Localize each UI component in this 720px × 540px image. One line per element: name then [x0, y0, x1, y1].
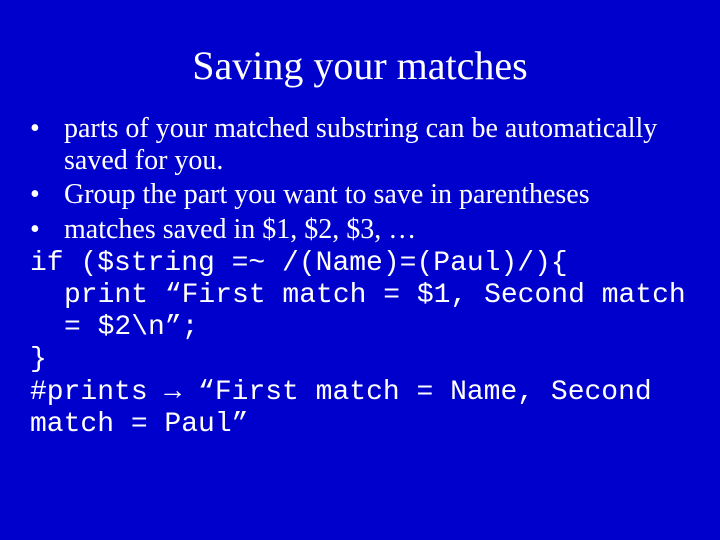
slide-title: Saving your matches [0, 0, 720, 113]
code-block: if ($string =~ /(Name)=(Paul)/){ print “… [30, 248, 692, 441]
slide: Saving your matches • parts of your matc… [0, 0, 720, 540]
bullet-dot: • [30, 214, 64, 246]
bullet-text: parts of your matched substring can be a… [64, 113, 692, 177]
code-text: #prints [30, 377, 164, 408]
bullet-text: Group the part you want to save in paren… [64, 179, 692, 211]
bullet-item: • parts of your matched substring can be… [30, 113, 692, 177]
code-line: #prints → “First match = Name, Second ma… [30, 377, 692, 441]
code-line: print “First match = $1, Second match = … [30, 280, 692, 344]
bullet-dot: • [30, 179, 64, 211]
bullet-item: • Group the part you want to save in par… [30, 179, 692, 211]
bullet-dot: • [30, 113, 64, 177]
arrow-icon: → [164, 377, 181, 408]
code-line: if ($string =~ /(Name)=(Paul)/){ [30, 248, 692, 280]
slide-content: • parts of your matched substring can be… [0, 113, 720, 441]
code-line: } [30, 344, 692, 376]
bullet-text: matches saved in $1, $2, $3, … [64, 214, 692, 246]
bullet-item: • matches saved in $1, $2, $3, … [30, 214, 692, 246]
